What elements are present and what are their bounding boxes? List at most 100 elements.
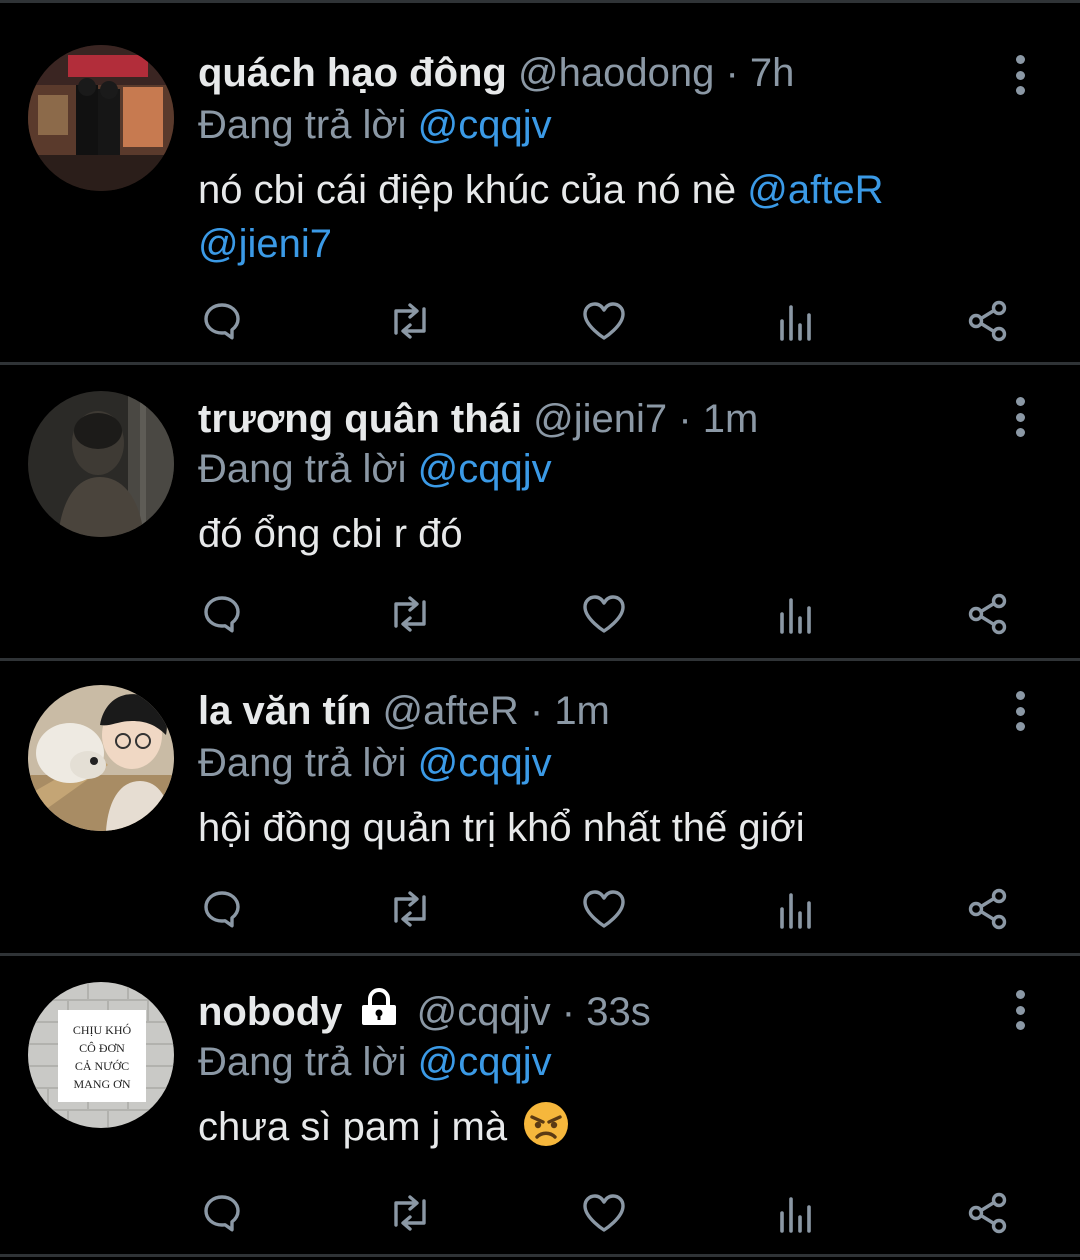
replying-to: Đang trả lời @cqqjv <box>198 443 552 495</box>
tweet-text-content: hội đồng quản trị khổ nhất thế giới <box>198 806 805 850</box>
views-button[interactable] <box>770 586 822 642</box>
tweet-card[interactable]: la văn tín @afteR · 1m Đang trả lời @cqq… <box>0 661 1080 956</box>
avatar[interactable] <box>28 685 174 831</box>
share-icon <box>968 300 1007 342</box>
tweet-text-content: đó ổng cbi r đó <box>198 512 463 556</box>
replying-to-handle[interactable]: @cqqjv <box>418 1040 552 1084</box>
timestamp[interactable]: 1m <box>554 689 610 733</box>
retweet-icon <box>394 596 426 632</box>
share-icon <box>968 888 1007 930</box>
tweet-card[interactable]: CHỊU KHÓ CÔ ĐƠN CẢ NƯỚC MANG ƠN nobody @… <box>0 956 1080 1257</box>
tweet-text-content: chưa sì pam j mà <box>198 1105 508 1149</box>
avatar[interactable]: CHỊU KHÓ CÔ ĐƠN CẢ NƯỚC MANG ƠN <box>28 982 174 1128</box>
like-icon <box>583 890 625 928</box>
mention-link[interactable]: @afteR <box>747 168 883 212</box>
views-button[interactable] <box>770 1185 822 1241</box>
timestamp[interactable]: 1m <box>703 397 759 441</box>
more-icon[interactable] <box>1002 397 1038 437</box>
retweet-button[interactable] <box>384 881 436 937</box>
more-icon[interactable] <box>1002 990 1038 1030</box>
replying-to: Đang trả lời @cqqjv <box>198 99 552 151</box>
avatar-sign-line: MANG ƠN <box>74 1077 131 1091</box>
more-icon[interactable] <box>1002 691 1038 731</box>
tweet-header: quách hạo đông @haodong · 7h <box>198 47 990 99</box>
retweet-icon <box>394 303 426 339</box>
reply-feed: quách hạo đông @haodong · 7h Đang trả lờ… <box>0 0 1080 1260</box>
separator-dot: · <box>529 689 544 733</box>
replying-to-label: Đang trả lời <box>198 741 407 785</box>
share-button[interactable] <box>962 293 1014 349</box>
tweet-card[interactable]: trương quân thái @jieni7 · 1m Đang trả l… <box>0 365 1080 661</box>
separator-dot: · <box>725 51 739 95</box>
retweet-button[interactable] <box>384 293 436 349</box>
replying-to-label: Đang trả lời <box>198 103 407 147</box>
angry-face-icon <box>522 1100 570 1162</box>
share-icon <box>968 1192 1007 1234</box>
display-name[interactable]: quách hạo đông <box>198 51 507 95</box>
replying-to-handle[interactable]: @cqqjv <box>418 447 552 491</box>
like-icon <box>583 302 625 340</box>
avatar-sign-line: CẢ NƯỚC <box>75 1059 129 1073</box>
like-button[interactable] <box>578 881 630 937</box>
views-icon <box>780 1197 811 1233</box>
reply-button[interactable] <box>196 1185 248 1241</box>
mention-link[interactable]: @jieni7 <box>198 222 332 266</box>
retweet-icon <box>394 1195 426 1231</box>
views-icon <box>780 305 811 341</box>
timestamp[interactable]: 7h <box>750 51 795 95</box>
avatar-sign-line: CÔ ĐƠN <box>79 1041 125 1055</box>
avatar[interactable] <box>28 391 174 537</box>
tweet-text: đó ổng cbi r đó <box>198 507 1018 561</box>
views-button[interactable] <box>770 881 822 937</box>
avatar[interactable] <box>28 45 174 191</box>
tweet-text: nó cbi cái điệp khúc của nó nè @afteR @j… <box>198 163 1018 271</box>
views-icon <box>780 893 811 929</box>
tweet-card[interactable]: quách hạo đông @haodong · 7h Đang trả lờ… <box>0 3 1080 365</box>
timestamp[interactable]: 33s <box>586 990 651 1034</box>
like-icon <box>583 595 625 633</box>
replying-to-label: Đang trả lời <box>198 1040 407 1084</box>
action-bar <box>0 586 1080 642</box>
like-button[interactable] <box>578 293 630 349</box>
share-button[interactable] <box>962 586 1014 642</box>
user-handle[interactable]: @afteR <box>383 689 519 733</box>
tweet-text: chưa sì pam j mà <box>198 1100 1018 1162</box>
reply-icon <box>204 303 240 340</box>
reply-button[interactable] <box>196 881 248 937</box>
reply-button[interactable] <box>196 293 248 349</box>
reply-icon <box>204 596 240 633</box>
reply-button[interactable] <box>196 586 248 642</box>
share-button[interactable] <box>962 1185 1014 1241</box>
retweet-button[interactable] <box>384 1185 436 1241</box>
action-bar <box>0 1185 1080 1241</box>
retweet-icon <box>394 891 426 927</box>
like-button[interactable] <box>578 1185 630 1241</box>
display-name[interactable]: la văn tín <box>198 689 371 733</box>
user-handle[interactable]: @cqqjv <box>417 990 551 1034</box>
tweet-text: hội đồng quản trị khổ nhất thế giới <box>198 801 1018 855</box>
tweet-text-content: nó cbi cái điệp khúc của nó nè <box>198 168 737 212</box>
share-button[interactable] <box>962 881 1014 937</box>
replying-to: Đang trả lời @cqqjv <box>198 737 552 789</box>
retweet-button[interactable] <box>384 586 436 642</box>
replying-to-handle[interactable]: @cqqjv <box>418 741 552 785</box>
reply-icon <box>204 1195 240 1232</box>
replying-to-label: Đang trả lời <box>198 447 407 491</box>
separator-dot: · <box>678 397 692 441</box>
avatar-sign-line: CHỊU KHÓ <box>73 1023 132 1037</box>
display-name[interactable]: trương quân thái <box>198 397 522 441</box>
views-button[interactable] <box>770 293 822 349</box>
lock-icon <box>358 987 400 1040</box>
reply-icon <box>204 891 240 928</box>
like-icon <box>583 1194 625 1232</box>
replying-to-handle[interactable]: @cqqjv <box>418 103 552 147</box>
views-icon <box>780 598 811 634</box>
display-name[interactable]: nobody <box>198 990 342 1034</box>
more-icon[interactable] <box>1002 55 1038 95</box>
tweet-header: nobody @cqqjv · 33s <box>198 986 990 1038</box>
tweet-header: trương quân thái @jieni7 · 1m <box>198 393 990 445</box>
user-handle[interactable]: @jieni7 <box>533 397 667 441</box>
like-button[interactable] <box>578 586 630 642</box>
share-icon <box>968 593 1007 635</box>
user-handle[interactable]: @haodong <box>518 51 714 95</box>
